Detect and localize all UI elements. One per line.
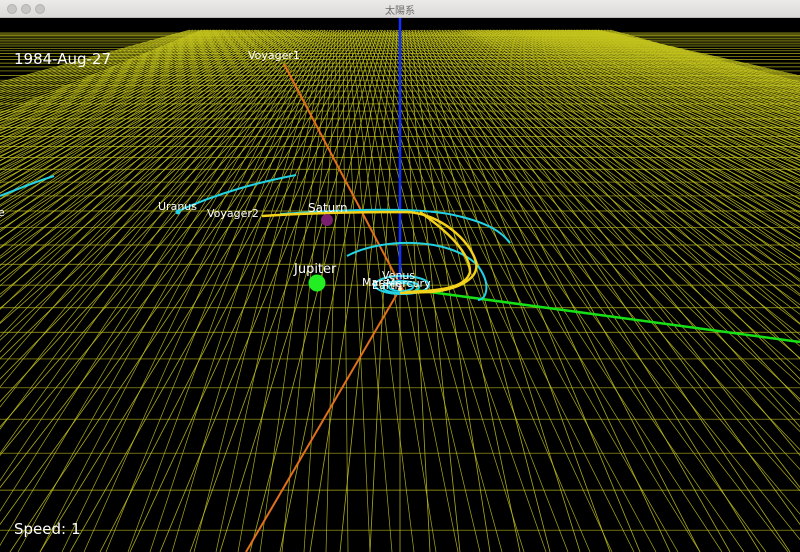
jupiter-label: Jupiter [293,262,337,277]
voyager1-label: Voyager1 [248,49,300,62]
neptune-label-partial: e [0,206,5,219]
speed-value: 1 [71,520,81,538]
simulation-date: 1984-Aug-27 [14,50,112,68]
y-axis-line-near [245,293,398,552]
jupiter-dot[interactable] [308,274,326,292]
window-title: 太陽系 [385,6,415,17]
window-titlebar: 太陽系 [0,0,800,18]
voyager2-label: Voyager2 [207,207,259,220]
saturn-label: Saturn [308,201,348,215]
solar-system-viewport[interactable]: Voyager1 Uranus Voyager2 Saturn Jupiter … [0,18,800,552]
orbit-group [0,174,511,301]
uranus-label: Uranus [158,200,197,213]
x-axis-line [414,288,800,344]
speed-readout: Speed: 1 [14,520,81,538]
scene-canvas[interactable]: Voyager1 Uranus Voyager2 Saturn Jupiter … [0,18,800,552]
saturn-dot[interactable] [321,214,333,226]
mercury-label: Mercury [386,277,431,290]
speed-label: Speed: [14,520,67,538]
